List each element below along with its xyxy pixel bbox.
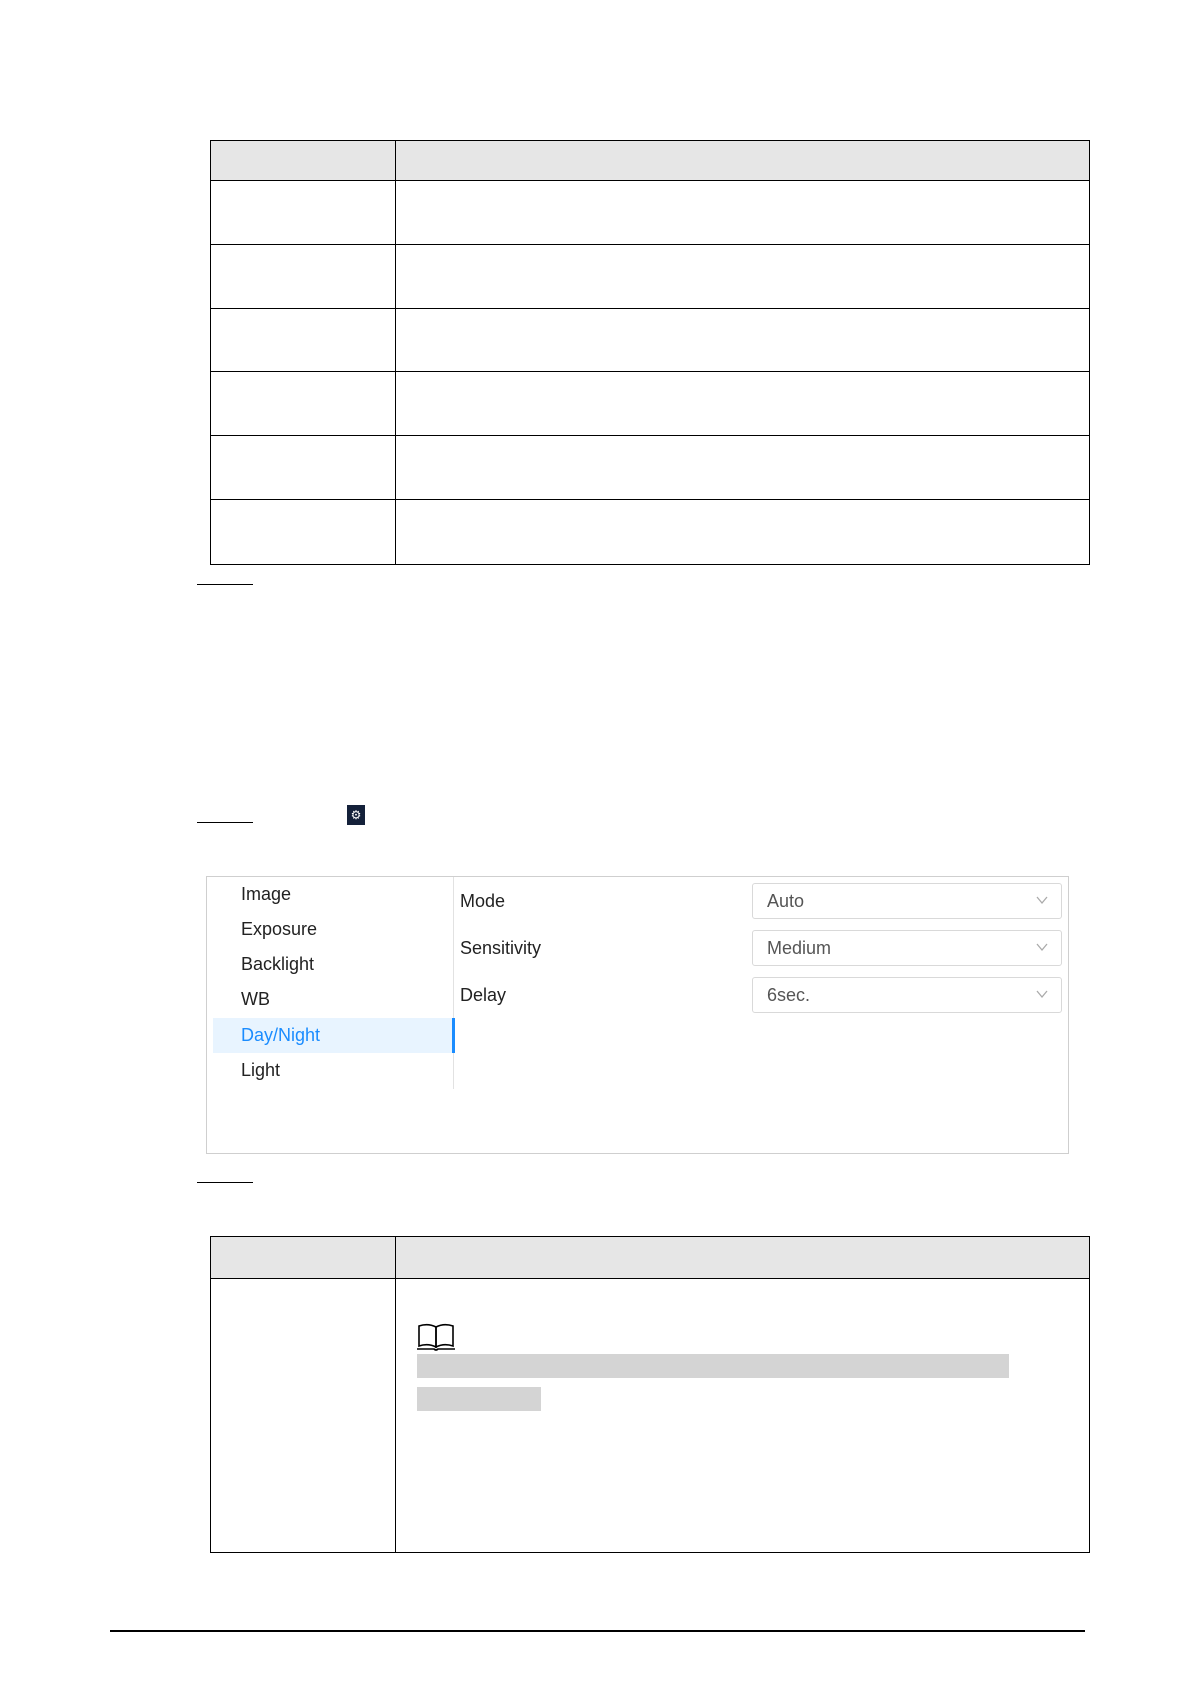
menu-item-image[interactable]: Image	[213, 877, 453, 912]
parameter-table-2	[210, 1236, 1090, 1553]
day-night-settings-panel: Image Exposure Backlight WB Day/Night Li…	[206, 876, 1069, 1154]
delay-select[interactable]: 6sec.	[752, 977, 1062, 1013]
settings-menu: Image Exposure Backlight WB Day/Night Li…	[213, 877, 455, 1089]
table-row-divider	[211, 308, 1089, 309]
delay-label: Delay	[460, 985, 507, 1005]
menu-item-light[interactable]: Light	[213, 1053, 453, 1088]
chevron-down-icon	[1036, 990, 1048, 999]
chevron-down-icon	[1036, 943, 1048, 952]
gear-icon: ⚙	[347, 805, 365, 825]
chevron-down-icon	[1036, 896, 1048, 905]
mode-label: Mode	[460, 891, 506, 911]
step-marker	[197, 822, 253, 823]
menu-item-backlight[interactable]: Backlight	[213, 947, 453, 982]
menu-item-exposure[interactable]: Exposure	[213, 912, 453, 947]
table-row-divider	[211, 371, 1089, 372]
menu-item-wb[interactable]: WB	[213, 982, 453, 1017]
table-row-divider	[211, 244, 1089, 245]
table-row-divider	[211, 499, 1089, 500]
note-text-redacted	[417, 1387, 541, 1411]
table-header-row	[211, 1237, 1089, 1279]
table-header-row	[211, 141, 1089, 181]
step-marker	[197, 584, 253, 585]
mode-select[interactable]: Auto	[752, 883, 1062, 919]
note-text-redacted	[417, 1354, 1009, 1378]
book-note-icon	[417, 1323, 455, 1351]
column-divider	[395, 141, 396, 564]
sensitivity-label: Sensitivity	[460, 938, 542, 958]
mode-select-value: Auto	[767, 891, 805, 911]
step-marker	[197, 1182, 253, 1183]
menu-item-day-night[interactable]: Day/Night	[213, 1018, 455, 1053]
sensitivity-select[interactable]: Medium	[752, 930, 1062, 966]
table-row-divider	[211, 435, 1089, 436]
column-divider	[395, 1237, 396, 1552]
delay-select-value: 6sec.	[767, 985, 811, 1005]
footer-rule	[110, 1630, 1085, 1632]
sensitivity-select-value: Medium	[767, 938, 832, 958]
parameter-table-1	[210, 140, 1090, 565]
